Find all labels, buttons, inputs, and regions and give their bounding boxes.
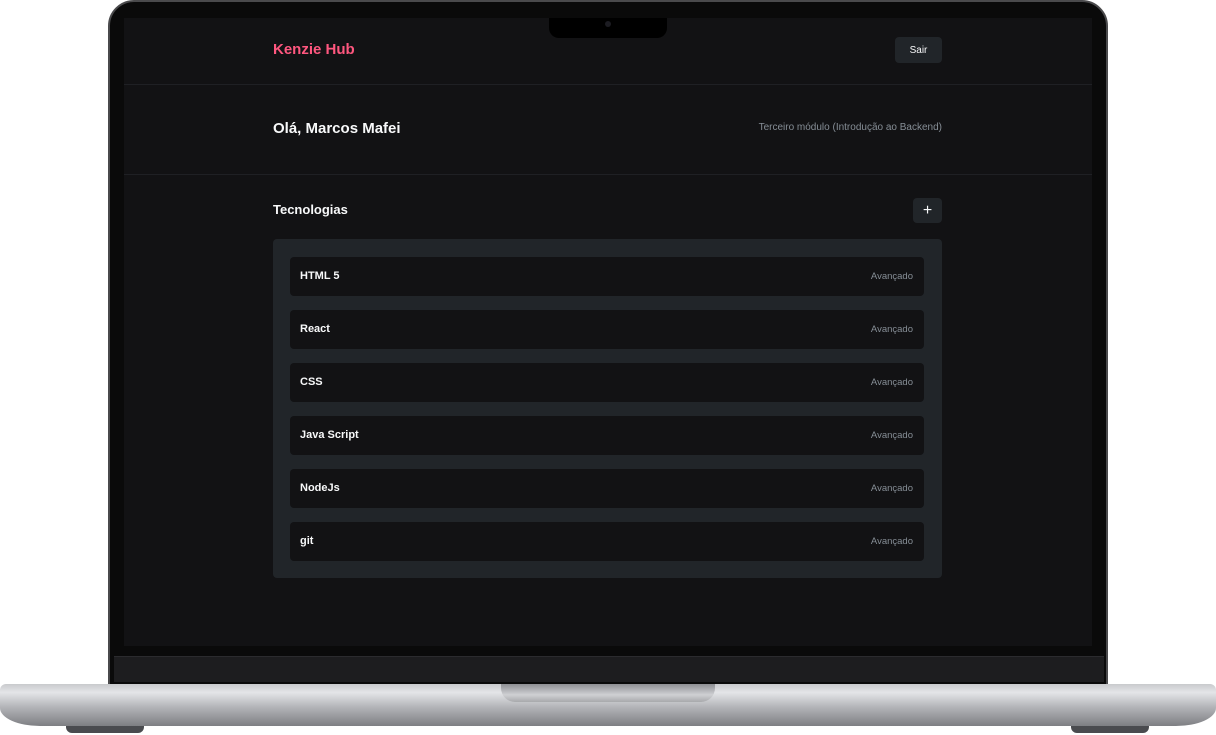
technology-level: Avançado	[870, 377, 913, 388]
camera-notch	[549, 18, 667, 38]
laptop-foot-right	[1071, 726, 1149, 733]
user-greeting: Olá, Marcos Mafei	[273, 120, 401, 137]
technology-item[interactable]: React Avançado	[290, 310, 924, 349]
camera-icon	[605, 21, 611, 27]
laptop-opening-notch	[501, 684, 715, 702]
technology-level: Avançado	[870, 271, 913, 282]
brand-logo: Kenzie Hub	[273, 41, 355, 58]
technology-level: Avançado	[870, 483, 913, 494]
logout-button[interactable]: Sair	[895, 37, 942, 63]
laptop-chin	[114, 656, 1104, 682]
technology-item[interactable]: HTML 5 Avançado	[290, 257, 924, 296]
technology-item[interactable]: NodeJs Avançado	[290, 469, 924, 508]
technologies-title: Tecnologias	[273, 202, 348, 217]
technology-level: Avançado	[870, 324, 913, 335]
laptop-foot-left	[66, 726, 144, 733]
laptop-mockup: Kenzie Hub Sair Olá, Marcos Mafei Tercei…	[0, 0, 1216, 735]
technology-name: git	[300, 535, 314, 547]
technology-name: CSS	[300, 376, 323, 388]
app-screen: Kenzie Hub Sair Olá, Marcos Mafei Tercei…	[124, 18, 1092, 646]
technology-name: Java Script	[300, 429, 359, 441]
technology-name: NodeJs	[300, 482, 340, 494]
add-technology-button[interactable]: +	[913, 198, 942, 223]
technology-item[interactable]: Java Script Avançado	[290, 416, 924, 455]
technology-item[interactable]: git Avançado	[290, 522, 924, 561]
technology-level: Avançado	[870, 430, 913, 441]
technology-item[interactable]: CSS Avançado	[290, 363, 924, 402]
technology-name: React	[300, 323, 330, 335]
technologies-list: HTML 5 Avançado React Avançado CSS Avanç…	[273, 239, 942, 578]
technology-level: Avançado	[870, 536, 913, 547]
profile-section: Olá, Marcos Mafei Terceiro módulo (Intro…	[124, 85, 1092, 175]
user-module: Terceiro módulo (Introdução ao Backend)	[758, 122, 942, 133]
technology-name: HTML 5	[300, 270, 340, 282]
